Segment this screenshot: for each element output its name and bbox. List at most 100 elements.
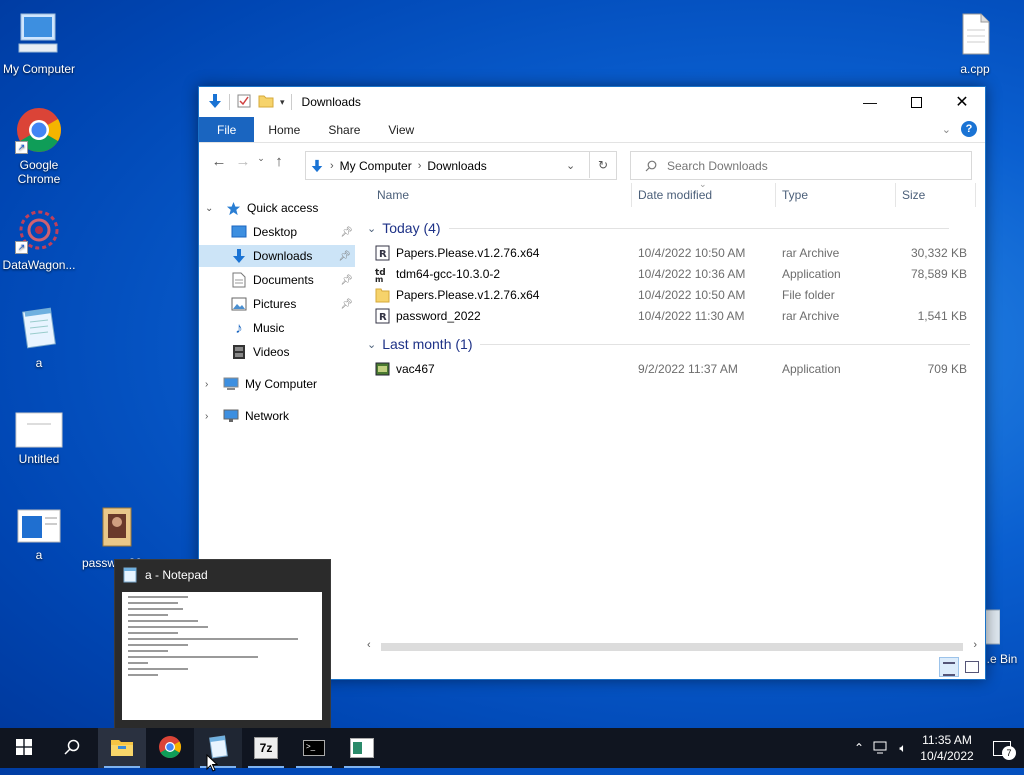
tab-home[interactable]: Home bbox=[254, 117, 314, 142]
column-divider[interactable] bbox=[895, 183, 896, 207]
scrollbar-thumb[interactable] bbox=[381, 643, 963, 651]
expand-chevron-icon[interactable]: › bbox=[205, 379, 208, 390]
details-view-button[interactable] bbox=[939, 657, 959, 677]
taskbar-thumbnail-preview[interactable]: a - Notepad bbox=[114, 559, 331, 729]
pin-icon[interactable]: 📌︎ bbox=[340, 227, 353, 238]
action-center-button[interactable]: 7 bbox=[980, 728, 1024, 768]
nav-label: Pictures bbox=[253, 297, 297, 311]
download-arrow-icon[interactable] bbox=[207, 93, 223, 112]
properties-icon[interactable] bbox=[236, 93, 252, 112]
datawagon-icon: ↗ bbox=[15, 206, 63, 254]
network-icon bbox=[223, 408, 239, 424]
nav-my-computer[interactable]: › My Computer bbox=[199, 373, 357, 395]
column-divider[interactable] bbox=[975, 183, 976, 207]
pin-icon[interactable]: 📌︎ bbox=[338, 251, 351, 262]
downloads-location-icon bbox=[310, 159, 324, 173]
nav-item-music[interactable]: ♪ Music bbox=[199, 317, 357, 339]
volume-icon[interactable]: 🔈︎ bbox=[892, 741, 914, 756]
nav-item-desktop[interactable]: Desktop 📌︎ bbox=[199, 221, 357, 243]
breadcrumb-downloads[interactable]: Downloads bbox=[427, 159, 486, 173]
expand-ribbon-icon[interactable]: ⌄ bbox=[942, 123, 951, 136]
taskbar-app-window[interactable] bbox=[338, 728, 386, 768]
customize-dropdown-icon[interactable]: ▾ bbox=[280, 97, 285, 108]
column-header-name[interactable]: Name bbox=[377, 183, 409, 207]
nav-item-documents[interactable]: Documents 📌︎ bbox=[199, 269, 357, 291]
column-divider[interactable] bbox=[631, 183, 632, 207]
pictures-folder-icon bbox=[231, 296, 247, 312]
expand-chevron-icon[interactable]: ⌄ bbox=[205, 203, 213, 214]
group-header-last-month[interactable]: ⌄ Last month (1) bbox=[367, 333, 971, 355]
up-button[interactable]: ↑ bbox=[267, 153, 291, 170]
nav-item-downloads[interactable]: Downloads 📌︎ bbox=[199, 245, 355, 267]
desktop-icon-my-computer[interactable]: My Computer bbox=[1, 10, 77, 76]
file-type: Application bbox=[782, 267, 841, 281]
close-button[interactable]: ✕ bbox=[939, 87, 985, 117]
search-input[interactable]: Search Downloads bbox=[667, 159, 768, 173]
table-row[interactable]: vac467 9/2/2022 11:37 AM Application 709… bbox=[375, 359, 975, 380]
taskbar-chrome[interactable] bbox=[146, 728, 194, 768]
desktop-icon-label: ...e Bin bbox=[980, 652, 1018, 666]
taskbar-command-prompt[interactable]: >_ bbox=[290, 728, 338, 768]
desktop-icon-a-image[interactable]: a bbox=[1, 508, 77, 562]
desktop-icon-google-chrome[interactable]: ↗ Google Chrome bbox=[1, 106, 77, 186]
address-bar[interactable]: › My Computer › Downloads ⌄ bbox=[305, 151, 617, 180]
desktop-icon-a-notepad[interactable]: a bbox=[1, 304, 77, 370]
forward-button[interactable]: → bbox=[231, 153, 255, 170]
table-row[interactable]: Papers.Please.v1.2.76.x64 10/4/2022 10:5… bbox=[375, 285, 975, 306]
address-dropdown-icon[interactable]: ⌄ bbox=[566, 159, 575, 172]
table-row[interactable]: td m tdm64-gcc-10.3.0-2 10/4/2022 10:36 A… bbox=[375, 264, 975, 285]
desktop-icon-a-cpp[interactable]: a.cpp bbox=[937, 10, 1013, 76]
pin-icon[interactable]: 📌︎ bbox=[340, 299, 353, 310]
column-header-size[interactable]: Size bbox=[902, 183, 925, 207]
vac-app-icon bbox=[375, 361, 390, 377]
taskbar-notepad[interactable] bbox=[194, 728, 242, 768]
network-status-icon[interactable] bbox=[870, 741, 892, 755]
nav-item-pictures[interactable]: Pictures 📌︎ bbox=[199, 293, 357, 315]
tab-file[interactable]: File bbox=[199, 117, 255, 142]
table-row[interactable]: R password_2022 10/4/2022 11:30 AM rar A… bbox=[375, 306, 975, 327]
group-divider bbox=[448, 227, 949, 229]
group-divider bbox=[480, 343, 971, 345]
column-header-type[interactable]: Type bbox=[782, 183, 808, 207]
desktop-icon-datawagon[interactable]: ↗ DataWagon... bbox=[1, 206, 77, 272]
recent-locations-icon[interactable]: ⌄ bbox=[255, 153, 267, 170]
nav-network[interactable]: › Network bbox=[199, 405, 357, 427]
nav-label: My Computer bbox=[245, 377, 318, 391]
help-icon[interactable]: ? bbox=[961, 121, 977, 137]
clock[interactable]: 11:35 AM 10/4/2022 bbox=[914, 732, 980, 764]
start-button[interactable] bbox=[0, 728, 48, 768]
column-divider[interactable] bbox=[775, 183, 776, 207]
clock-date: 10/4/2022 bbox=[920, 749, 974, 763]
minimize-button[interactable]: — bbox=[847, 87, 893, 117]
refresh-button[interactable]: ↻ bbox=[589, 151, 616, 178]
taskbar-file-explorer[interactable] bbox=[98, 728, 146, 768]
group-header-today[interactable]: ⌄ Today (4) bbox=[367, 217, 949, 239]
preview-title: a - Notepad bbox=[145, 568, 208, 582]
tab-view[interactable]: View bbox=[374, 117, 428, 142]
archive-icon bbox=[93, 504, 141, 552]
7zip-icon: 7z bbox=[254, 737, 278, 759]
downloads-folder-icon bbox=[231, 248, 247, 264]
title-bar[interactable]: ▾ Downloads — ✕ bbox=[199, 87, 985, 117]
back-button[interactable]: ← bbox=[207, 153, 231, 170]
search-button[interactable] bbox=[48, 728, 96, 768]
maximize-button[interactable] bbox=[893, 87, 939, 117]
nav-item-videos[interactable]: Videos bbox=[199, 341, 357, 363]
table-row[interactable]: R Papers.Please.v1.2.76.x64 10/4/2022 10… bbox=[375, 243, 975, 264]
nav-quick-access[interactable]: ⌄ Quick access bbox=[199, 197, 357, 219]
group-label: Today (4) bbox=[382, 220, 441, 236]
scroll-left-icon[interactable]: ‹ bbox=[367, 639, 371, 651]
file-type: rar Archive bbox=[782, 246, 840, 260]
search-box[interactable]: Search Downloads bbox=[630, 151, 972, 180]
breadcrumb-my-computer[interactable]: My Computer bbox=[340, 159, 412, 173]
new-folder-icon[interactable] bbox=[258, 93, 274, 112]
pin-icon[interactable]: 📌︎ bbox=[340, 275, 353, 286]
tab-share[interactable]: Share bbox=[314, 117, 374, 142]
large-icons-view-button[interactable] bbox=[961, 657, 981, 677]
horizontal-scrollbar[interactable]: ‹ › bbox=[365, 639, 979, 655]
show-hidden-icons-button[interactable]: ⌃ bbox=[848, 741, 870, 755]
taskbar-7zip[interactable]: 7z bbox=[242, 728, 290, 768]
desktop-icon-untitled[interactable]: Untitled bbox=[1, 412, 77, 466]
scroll-right-icon[interactable]: › bbox=[973, 639, 977, 651]
expand-chevron-icon[interactable]: › bbox=[205, 411, 208, 422]
